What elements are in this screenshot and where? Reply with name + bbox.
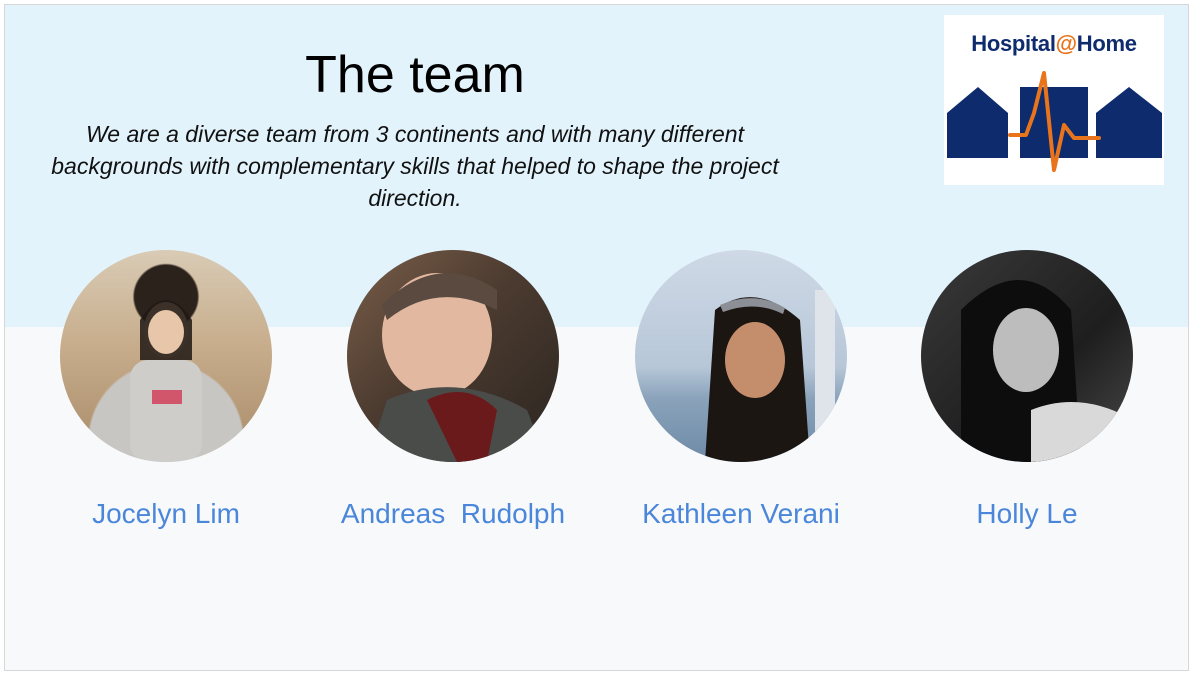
team-member-card: Jocelyn Lim xyxy=(26,250,306,530)
member-name: Kathleen Verani xyxy=(642,498,840,529)
member-photo xyxy=(60,250,272,462)
slide: The team We are a diverse team from 3 co… xyxy=(4,4,1189,671)
team-member-card: Kathleen Verani xyxy=(601,250,881,530)
team-member-card: Holly Le xyxy=(887,250,1167,530)
member-name: Holly Le xyxy=(976,498,1078,529)
logo-wordmark: Hospital@Home xyxy=(971,31,1137,56)
member-name: Andreas Rudolph xyxy=(340,498,566,529)
member-photo xyxy=(635,250,847,462)
hospital-at-home-logo: Hospital@Home xyxy=(944,15,1164,185)
member-name: Jocelyn Lim xyxy=(92,498,240,529)
team-member-card: Andreas Rudolph xyxy=(313,250,593,530)
slide-subtitle: We are a diverse team from 3 continents … xyxy=(51,121,779,211)
slide-title: The team xyxy=(305,46,525,104)
member-photo xyxy=(347,250,559,462)
member-photo xyxy=(921,250,1133,462)
